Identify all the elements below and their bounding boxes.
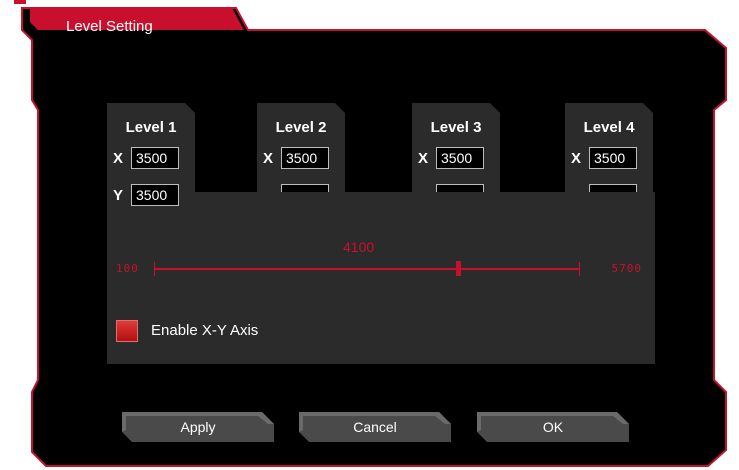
apply-button-label: Apply [180,419,216,435]
cancel-button[interactable]: Cancel [299,412,451,442]
level-3-x-input[interactable]: 3500 [436,147,484,169]
window-title: Level Setting [66,18,153,35]
ok-button[interactable]: OK [477,412,629,442]
level-4-title: Level 4 [583,119,635,136]
level-2-x-label: X [263,150,274,167]
apply-button[interactable]: Apply [122,412,274,442]
level-1-x-input[interactable]: 3500 [131,147,179,169]
level-card-4: Level 4 X 3500 [565,103,653,192]
level-4-x-input[interactable]: 3500 [589,147,637,169]
enable-xy-axis-checkbox[interactable] [116,320,138,342]
level-4-y-input[interactable] [589,184,637,192]
level-1-title: Level 1 [125,119,177,136]
enable-xy-axis-label: Enable X-Y Axis [151,322,259,339]
level-card-3: Level 3 X 3500 [412,103,500,192]
slider-max-label: 5700 [611,262,642,275]
level-card-2: Level 2 X 3500 [257,103,345,192]
ok-button-label: OK [542,419,564,435]
slider-min-label: 100 [116,262,139,275]
level-3-y-input[interactable] [436,184,484,192]
level-card-1: Level 1 X 3500 Y 3500 [107,103,195,206]
slider-track[interactable] [155,268,579,270]
level-1-x-label: X [113,150,124,167]
slider-thumb[interactable] [456,261,461,276]
slider-value-label: 4100 [343,239,375,255]
cancel-button-label: Cancel [353,419,397,435]
level-1-y-label: Y [113,187,124,204]
level-3-x-label: X [418,150,429,167]
level-1-y-input[interactable]: 3500 [131,184,179,206]
level-2-x-input[interactable]: 3500 [281,147,329,169]
slider-max-tick [579,262,580,276]
level-2-title: Level 2 [275,119,327,136]
level-2-y-input[interactable] [281,184,329,192]
dpi-slider[interactable]: 4100 100 5700 [116,236,642,276]
level-3-title: Level 3 [430,119,482,136]
level-4-x-label: X [571,150,582,167]
